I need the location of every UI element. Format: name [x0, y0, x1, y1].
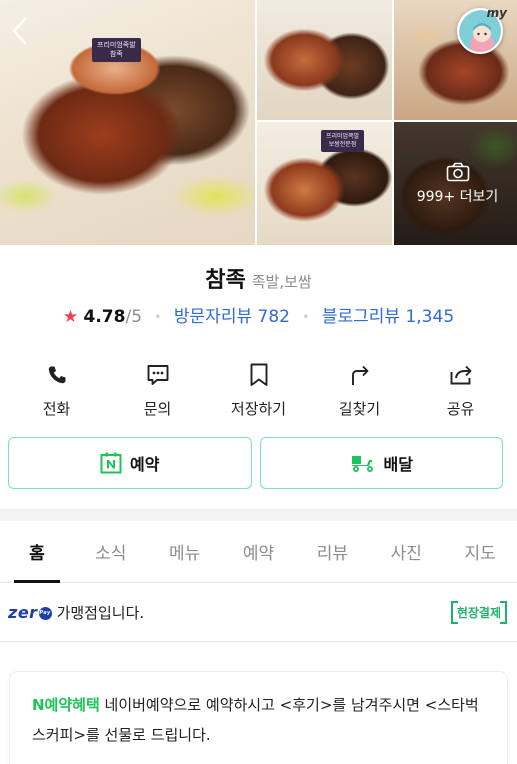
chevron-left-icon [12, 17, 27, 45]
save-label: 저장하기 [230, 400, 287, 418]
food-image [0, 0, 255, 245]
action-bar: 전화 문의 저장하기 길찾기 공유 [0, 362, 517, 419]
more-photos-overlay[interactable]: 999+ 더보기 [394, 162, 517, 206]
zero-pay-mark: Pay [38, 607, 52, 620]
separator-dot: • [302, 310, 310, 324]
directions-button[interactable]: 길찾기 [312, 362, 408, 419]
share-label: 공유 [446, 400, 475, 418]
blog-reviews-link[interactable]: 블로그리뷰 1,345 [322, 307, 454, 327]
save-button[interactable]: 저장하기 [211, 362, 307, 419]
delivery-button[interactable]: 배달 [259, 437, 503, 489]
zero-logo-text: zer [8, 603, 38, 622]
more-photos-thumb[interactable]: 999+ 더보기 [394, 122, 517, 245]
call-label: 전화 [42, 400, 71, 418]
share-button[interactable]: 공유 [413, 362, 509, 419]
photo-gallery: 프리미엄족발 참족 프리미엄쪽발 보쌈전문점 999+ 더보기 [0, 0, 517, 245]
camera-icon [446, 162, 469, 182]
chat-icon [147, 365, 168, 385]
phone-icon [48, 366, 65, 384]
food-image [257, 0, 392, 120]
call-button[interactable]: 전화 [9, 362, 105, 419]
tab-menu[interactable]: 메뉴 [148, 521, 222, 582]
place-category: 족발,보쌈 [251, 273, 312, 291]
naver-booking-icon [100, 452, 122, 474]
zero-pay-row: zer Pay 가맹점입니다. 현장결제 [0, 584, 517, 642]
promo-highlight: N예약혜택 [32, 696, 100, 714]
zero-pay-logo: zer Pay [8, 603, 52, 622]
inquiry-label: 문의 [143, 400, 172, 418]
back-button[interactable] [6, 16, 32, 46]
my-label: my [486, 6, 507, 20]
rating-value: 4.78 [83, 307, 126, 327]
tab-news[interactable]: 소식 [74, 521, 148, 582]
promo-text: 네이버예약으로 예약하시고 <후기>를 남겨주시면 <스타벅스커피>를 선물로 … [32, 696, 479, 744]
visitor-reviews-link[interactable]: 방문자리뷰 782 [174, 307, 290, 327]
main-photo[interactable]: 프리미엄족발 참족 [0, 0, 255, 245]
delivery-label: 배달 [383, 455, 413, 474]
zero-pay-text: 가맹점입니다. [56, 604, 145, 622]
delivery-scooter-icon [351, 456, 373, 472]
directions-label: 길찾기 [338, 400, 381, 418]
photo-thumb[interactable] [257, 0, 392, 120]
menu-card-label: 프리미엄족발 참족 [92, 38, 141, 62]
star-icon: ★ [62, 307, 79, 327]
tab-photos[interactable]: 사진 [369, 521, 443, 582]
onsite-payment-badge: 현장결제 [450, 601, 508, 624]
tab-reviews[interactable]: 리뷰 [295, 521, 369, 582]
inquiry-button[interactable]: 문의 [110, 362, 206, 419]
primary-buttons: 예약 배달 [8, 437, 503, 489]
booking-benefit-card[interactable]: N예약혜택 네이버예약으로 예약하시고 <후기>를 남겨주시면 <스타벅스커피>… [10, 672, 507, 764]
rating-max: /5 [125, 307, 143, 327]
separator-dot: • [154, 310, 162, 324]
menu-card-label: 프리미엄쪽발 보쌈전문점 [321, 130, 365, 152]
photo-thumb[interactable]: 프리미엄쪽발 보쌈전문점 [257, 122, 392, 245]
reserve-label: 예약 [130, 455, 160, 474]
section-divider [0, 509, 517, 521]
rating-row: ★ 4.78/5 • 방문자리뷰 782 • 블로그리뷰 1,345 [0, 302, 517, 327]
directions-icon [351, 365, 368, 385]
tab-reservation[interactable]: 예약 [222, 521, 296, 582]
share-icon [450, 365, 471, 385]
tab-home[interactable]: 홈 [0, 521, 74, 583]
tab-bar: 홈 소식 메뉴 예약 리뷰 사진 지도 [0, 521, 517, 583]
place-title-row: 참족 족발,보쌈 [0, 262, 517, 294]
tab-map[interactable]: 지도 [443, 521, 517, 582]
more-photos-label: 999+ 더보기 [416, 189, 499, 205]
page-title: 참족 [205, 268, 246, 293]
reserve-button[interactable]: 예약 [8, 437, 252, 489]
bookmark-icon [250, 363, 267, 386]
